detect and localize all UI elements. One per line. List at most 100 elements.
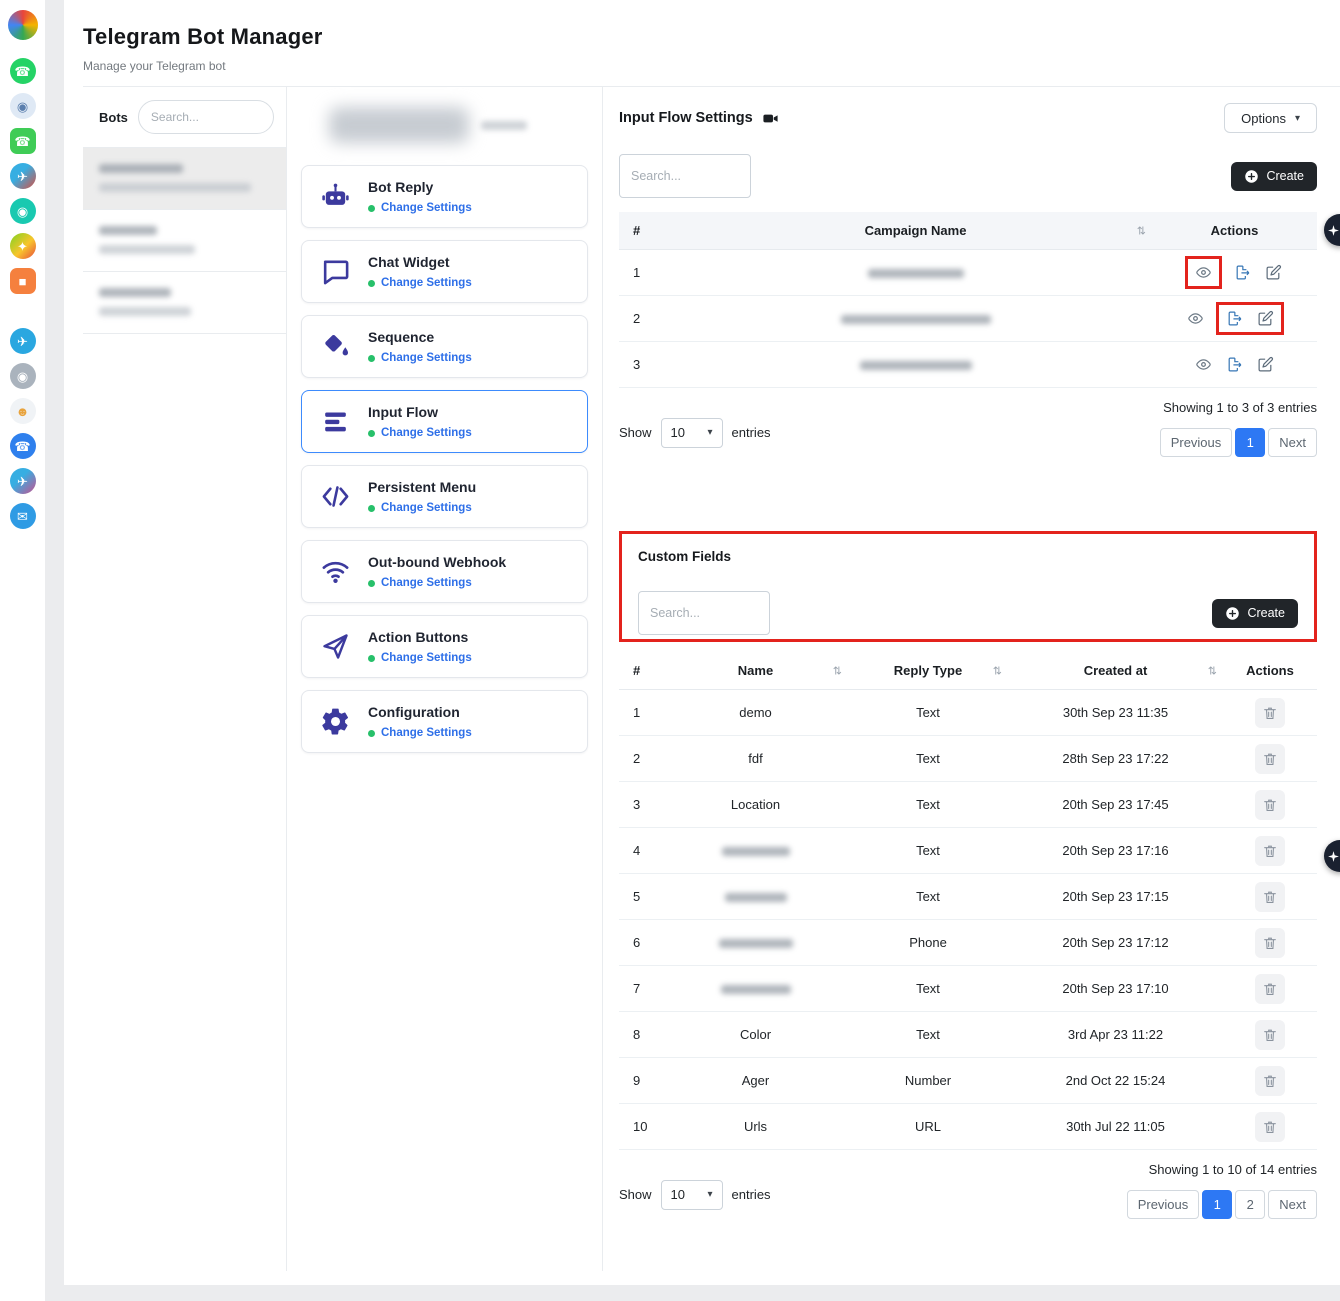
create-label: Create (1266, 169, 1304, 183)
edit-button[interactable] (1255, 354, 1276, 375)
vertical-divider (45, 0, 64, 1301)
whatsapp-icon[interactable]: ☎ (10, 58, 36, 84)
field-name: demo (663, 705, 848, 720)
app-logo-icon[interactable] (8, 10, 38, 40)
column-header-actions: Actions (1223, 663, 1317, 678)
page-size-select[interactable]: 10 ▾ (661, 418, 723, 448)
export-button[interactable] (1232, 262, 1253, 283)
bots-search-input[interactable] (138, 100, 274, 134)
next-page-button[interactable]: Next (1268, 1190, 1317, 1219)
main-content: Telegram Bot Manager Manage your Telegra… (64, 0, 1340, 1285)
contacts-icon[interactable]: ☻ (10, 398, 36, 424)
edit-button[interactable] (1255, 308, 1276, 329)
change-settings-link[interactable]: Change Settings (381, 427, 472, 439)
multicolor-app-icon[interactable]: ✦ (10, 233, 36, 259)
shopping-bag-icon[interactable]: ■ (10, 268, 36, 294)
create-campaign-button[interactable]: Create (1231, 162, 1317, 191)
edit-button[interactable] (1263, 262, 1284, 283)
telegram-colored-2-icon[interactable]: ✈ (10, 468, 36, 494)
card-title: Bot Reply (368, 179, 472, 195)
settings-card-bot-reply[interactable]: Bot Reply Change Settings (301, 165, 588, 228)
delete-button[interactable] (1255, 698, 1285, 728)
settings-card-configuration[interactable]: ConfigurationChange Settings (301, 690, 588, 753)
robot-gray-icon[interactable]: ◉ (10, 363, 36, 389)
create-label: Create (1247, 606, 1285, 620)
chat-icon (316, 256, 354, 287)
delete-button[interactable] (1255, 928, 1285, 958)
bot-list-item[interactable] (83, 210, 286, 272)
create-field-button[interactable]: Create (1212, 599, 1298, 628)
view-button[interactable] (1185, 308, 1206, 329)
telegram-colored-icon[interactable]: ✈ (10, 163, 36, 189)
column-header-campaign-name[interactable]: Campaign Name ⇅ (679, 223, 1152, 238)
bars-icon (316, 406, 354, 437)
previous-page-button[interactable]: Previous (1160, 428, 1233, 457)
video-icon[interactable] (762, 110, 779, 127)
change-settings-link[interactable]: Change Settings (381, 277, 472, 289)
chat-blue-icon[interactable]: ✉ (10, 503, 36, 529)
sort-icon[interactable]: ⇅ (993, 664, 1002, 677)
column-header-number: # (619, 663, 663, 678)
row-number: 1 (619, 705, 663, 720)
telegram-icon[interactable]: ✈ (10, 328, 36, 354)
status-dot-icon (368, 280, 375, 287)
delete-button[interactable] (1255, 1020, 1285, 1050)
bot-list-item[interactable] (83, 148, 286, 210)
campaign-search-input[interactable] (619, 154, 751, 198)
column-header-actions: Actions (1152, 223, 1317, 238)
bot-list-item[interactable] (83, 272, 286, 334)
change-settings-link[interactable]: Change Settings (381, 202, 472, 214)
sort-icon[interactable]: ⇅ (1137, 224, 1146, 237)
settings-card-action-buttons[interactable]: Action ButtonsChange Settings (301, 615, 588, 678)
settings-card-sequence[interactable]: SequenceChange Settings (301, 315, 588, 378)
annotation-box (1216, 302, 1284, 335)
delete-button[interactable] (1255, 790, 1285, 820)
column-header-created-at[interactable]: Created at ⇅ (1008, 663, 1223, 678)
sort-icon[interactable]: ⇅ (1208, 664, 1217, 677)
sort-icon[interactable]: ⇅ (833, 664, 842, 677)
change-settings-link[interactable]: Change Settings (381, 577, 472, 589)
section-title: Custom Fields (638, 549, 1298, 564)
view-button[interactable] (1193, 262, 1214, 283)
view-button[interactable] (1193, 354, 1214, 375)
settings-card-out-bound-webhook[interactable]: Out-bound WebhookChange Settings (301, 540, 588, 603)
fields-search-input[interactable] (638, 591, 770, 635)
change-settings-link[interactable]: Change Settings (381, 502, 472, 514)
export-button[interactable] (1224, 308, 1245, 329)
change-settings-link[interactable]: Change Settings (381, 727, 472, 739)
previous-page-button[interactable]: Previous (1127, 1190, 1200, 1219)
field-reply-type: Text (848, 981, 1008, 996)
entries-label: entries (732, 425, 771, 440)
column-header-name[interactable]: Name ⇅ (663, 663, 848, 678)
row-actions (1223, 698, 1317, 728)
column-header-reply-type[interactable]: Reply Type ⇅ (848, 663, 1008, 678)
page-1-button[interactable]: 1 (1235, 428, 1265, 457)
delete-button[interactable] (1255, 1112, 1285, 1142)
delete-button[interactable] (1255, 836, 1285, 866)
teal-bot-icon[interactable]: ◉ (10, 198, 36, 224)
delete-button[interactable] (1255, 882, 1285, 912)
page-1-button[interactable]: 1 (1202, 1190, 1232, 1219)
call-icon[interactable]: ☎ (10, 433, 36, 459)
settings-card-input-flow[interactable]: Input FlowChange Settings (301, 390, 588, 453)
settings-card-persistent-menu[interactable]: Persistent MenuChange Settings (301, 465, 588, 528)
chat-bot-blue-icon[interactable]: ◉ (10, 93, 36, 119)
delete-button[interactable] (1255, 1066, 1285, 1096)
redacted-field-name (722, 847, 790, 856)
change-settings-link[interactable]: Change Settings (381, 352, 472, 364)
page-2-button[interactable]: 2 (1235, 1190, 1265, 1219)
delete-button[interactable] (1255, 974, 1285, 1004)
export-button[interactable] (1224, 354, 1245, 375)
options-button[interactable]: Options ▾ (1224, 103, 1317, 133)
settings-card-chat-widget[interactable]: Chat WidgetChange Settings (301, 240, 588, 303)
whatsapp-business-icon[interactable]: ☎ (10, 128, 36, 154)
custom-field-row: 9AgerNumber2nd Oct 22 15:24 (619, 1058, 1317, 1104)
row-actions (1152, 354, 1317, 375)
status-dot-icon (368, 430, 375, 437)
change-settings-link[interactable]: Change Settings (381, 652, 472, 664)
next-page-button[interactable]: Next (1268, 428, 1317, 457)
row-actions (1223, 1066, 1317, 1096)
redacted-bot-name (99, 288, 171, 297)
delete-button[interactable] (1255, 744, 1285, 774)
page-size-select[interactable]: 10 ▾ (661, 1180, 723, 1210)
